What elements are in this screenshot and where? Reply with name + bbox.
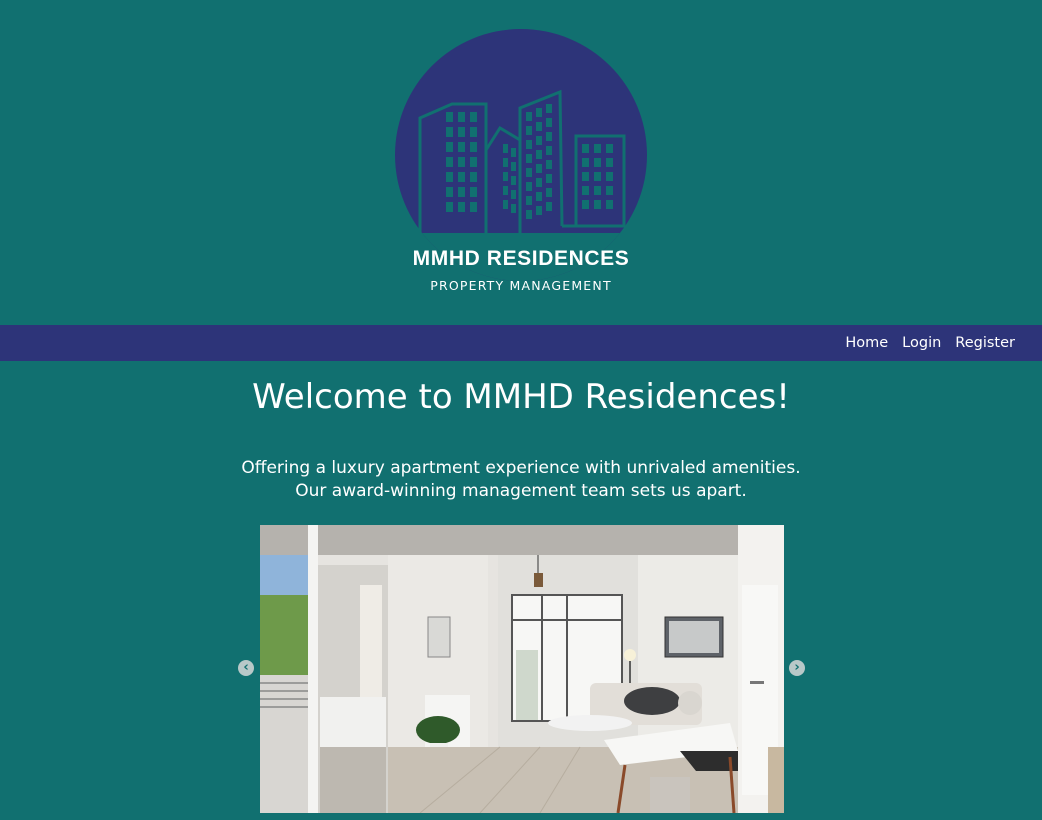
top-navbar: Home Login Register <box>0 325 1042 361</box>
image-carousel[interactable] <box>260 525 784 813</box>
brand-subtitle: PROPERTY MANAGEMENT <box>430 278 612 293</box>
chevron-left-icon: ‹ <box>243 660 249 675</box>
main-content: Welcome to MMHD Residences! Offering a l… <box>0 361 1042 820</box>
intro-line-1: Offering a luxury apartment experience w… <box>241 458 801 478</box>
nav-login-link[interactable]: Login <box>902 335 941 351</box>
carousel-prev-button[interactable]: ‹ <box>238 660 254 676</box>
nav-home-link[interactable]: Home <box>845 335 888 351</box>
nav-register-link[interactable]: Register <box>955 335 1015 351</box>
carousel-slide-image <box>260 525 784 813</box>
brand-logo <box>395 29 647 281</box>
brand-name: MMHD RESIDENCES <box>412 247 630 270</box>
intro-line-2: Our award-winning management team sets u… <box>295 481 747 501</box>
chevron-right-icon: › <box>794 660 800 675</box>
intro-text: Offering a luxury apartment experience w… <box>0 457 1042 503</box>
nav-links: Home Login Register <box>845 325 1015 361</box>
carousel-next-button[interactable]: › <box>789 660 805 676</box>
site-header: MMHD RESIDENCES PROPERTY MANAGEMENT <box>0 0 1042 325</box>
page-title: Welcome to MMHD Residences! <box>252 377 790 417</box>
